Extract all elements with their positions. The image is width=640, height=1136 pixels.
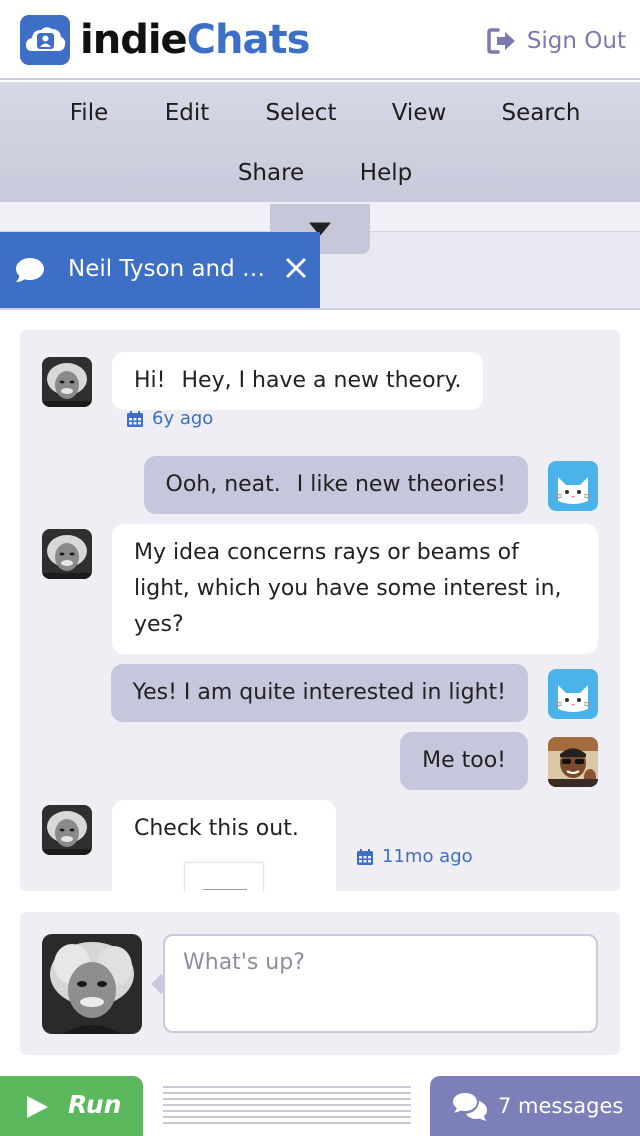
message-text: I like new theories! [296,472,506,497]
menu-help[interactable]: Help [360,160,412,186]
message-line: light, which you have some interest in, [134,576,562,601]
message-timestamp: 6y ago [126,408,213,429]
message-text: Me too! [422,748,506,773]
menu-edit[interactable]: Edit [165,100,210,126]
message-text: Hi! [134,368,166,393]
calendar-icon [357,848,373,865]
avatar-cat [548,669,598,719]
run-label: Run [68,1090,122,1119]
timestamp-text: 11mo ago [382,846,473,867]
avatar-current-user [42,934,142,1034]
run-button[interactable]: Run [0,1076,143,1136]
menu-search[interactable]: Search [501,100,580,126]
avatar-einstein [42,529,92,579]
message-bubble: Check this out. [112,800,336,891]
message-bubble: My idea concerns rays or beams of light,… [112,524,598,654]
menu-file[interactable]: File [70,100,109,126]
sign-out-icon [487,28,515,54]
calendar-icon [127,410,143,427]
message-input[interactable] [163,934,598,1033]
avatar-neil [548,737,598,787]
avatar-einstein [42,357,92,407]
comments-icon [453,1093,487,1121]
menu-share[interactable]: Share [238,160,304,186]
menu-select[interactable]: Select [266,100,337,126]
tab-label: Neil Tyson and … [68,256,266,282]
logo-wordmark: indieChats [80,8,311,72]
menu-bar: File Edit Select View Search Share Help [0,82,640,202]
sign-out-button[interactable]: Sign Out [487,24,626,58]
attachment-thumbnail[interactable] [184,862,264,891]
avatar-cat [548,461,598,511]
logo-icon [20,15,70,65]
message-line: yes? [134,612,184,637]
message-bubble: Ooh, neat. I like new theories! [143,456,528,514]
message-composer [20,912,620,1055]
messages-button[interactable]: 7 messages [430,1076,640,1136]
app-header: indieChats Sign Out [0,0,640,80]
message-bubble: Yes! I am quite interested in light! [110,664,528,722]
chat-bubble-icon [16,258,44,282]
logo-text-indie: indie [80,17,188,63]
messages-count-label: 7 messages [498,1094,624,1118]
message-timestamp: 11mo ago [356,846,473,867]
message-line: My idea concerns rays or beams of [134,540,519,565]
message-text: Yes! I am quite interested in light! [132,680,506,705]
resize-handle[interactable] [163,1086,411,1126]
message-text: Hey, I have a new theory. [181,368,462,393]
message-text: Check this out. [134,816,299,841]
message-text: Ooh, neat. [165,472,281,497]
timestamp-text: 6y ago [152,408,214,429]
menu-view[interactable]: View [392,100,447,126]
message-bubble: Me too! [400,732,528,790]
message-bubble: Hi! Hey, I have a new theory. [112,352,484,410]
play-icon [27,1096,48,1118]
logo-text-chats: Chats [186,17,311,63]
sign-out-label: Sign Out [526,28,626,54]
close-icon[interactable] [284,254,308,282]
tab-conversation[interactable]: Neil Tyson and … [0,232,320,308]
avatar-einstein [42,805,92,855]
message-list[interactable]: Hi! Hey, I have a new theory. 6y ago Ooh,… [20,330,620,891]
